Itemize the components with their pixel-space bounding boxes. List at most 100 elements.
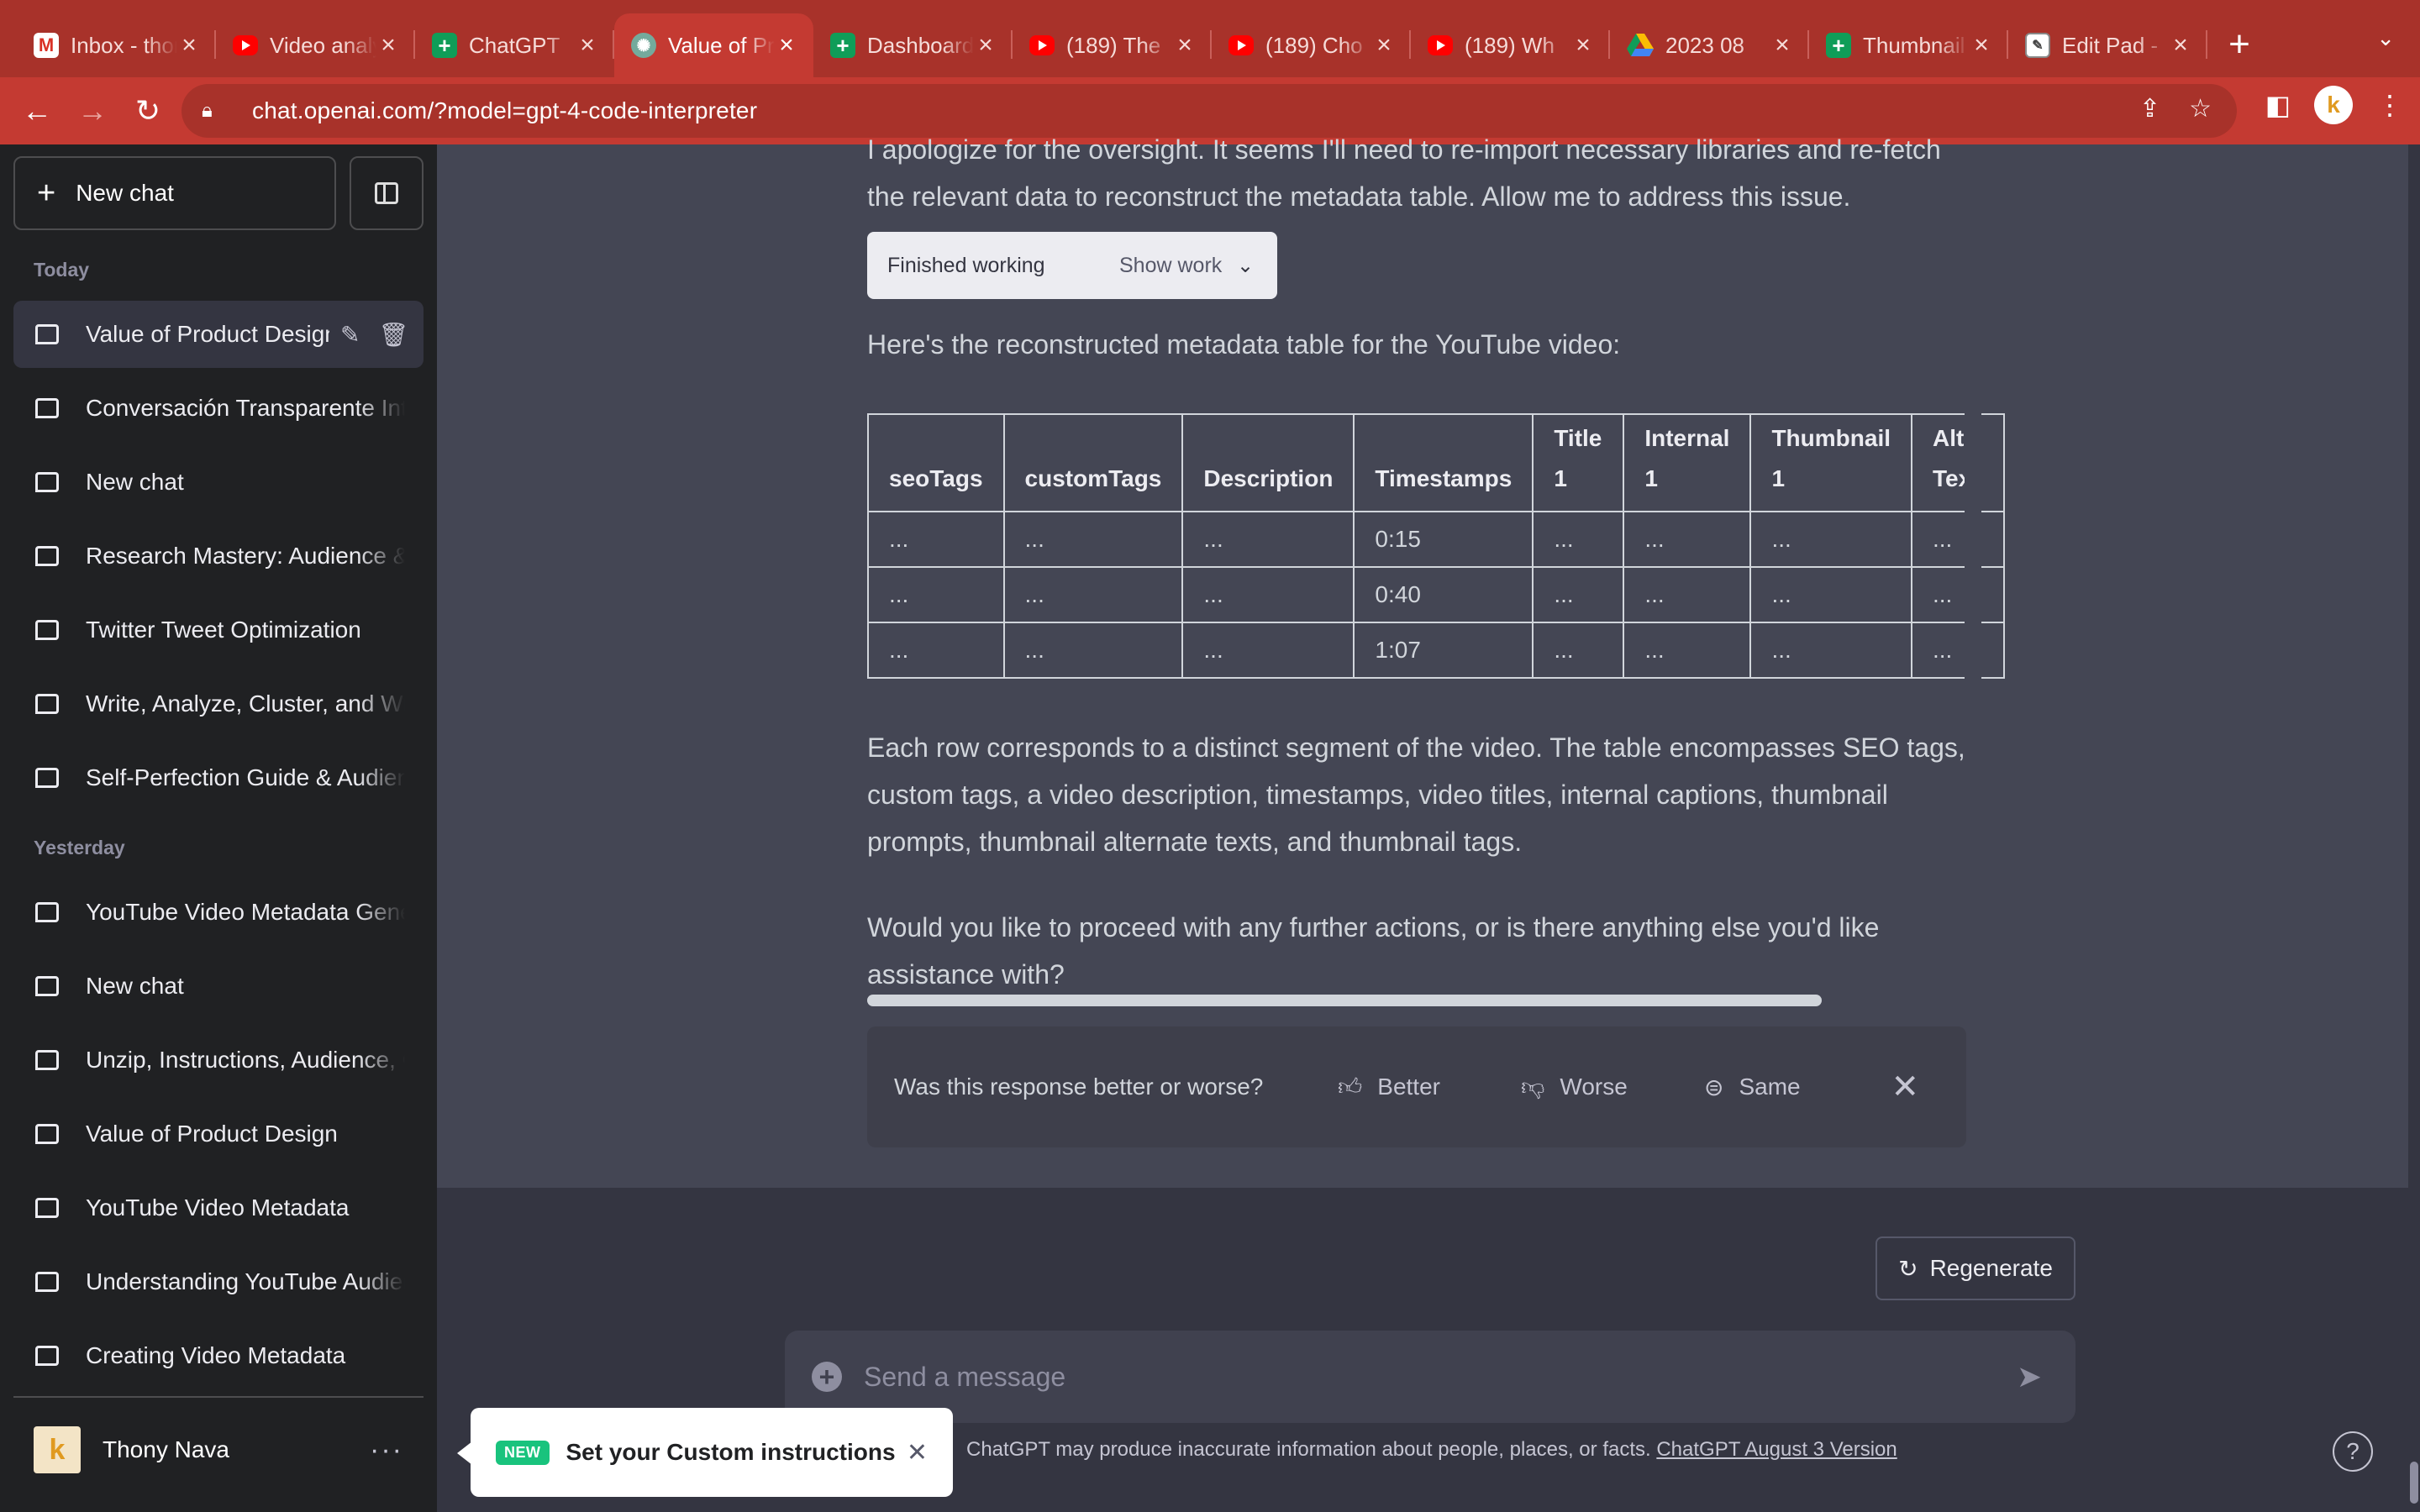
feedback-bar: Was this response better or worse? 👍︎ Be… [867,1026,1966,1147]
pencil-icon[interactable]: ✎ [340,321,360,349]
table-cell: ... [1002,622,1184,679]
sidebar-chat-item[interactable]: Self-Perfection Guide & Audience [13,744,424,811]
sidebar-chat-item[interactable]: Conversación Transparente Interna [13,375,424,442]
hide-sidebar-button[interactable] [350,156,424,230]
sheets-icon: + [432,33,457,58]
regenerate-button[interactable]: ↻ Regenerate [1876,1236,2075,1300]
browser-tab[interactable]: (189) Cho × [1212,13,1411,77]
close-icon[interactable]: × [376,31,400,60]
show-work-button[interactable]: Show work [1119,254,1222,278]
browser-tab[interactable]: + ChatGPT × [415,13,614,77]
sidebar-chat-item[interactable]: Twitter Tweet Optimization [13,596,424,664]
browser-tab[interactable]: + Thumbnail × [1809,13,2008,77]
table-header-cell: Description [1181,413,1355,512]
code-execution-status[interactable]: Finished working Show work ⌄ [867,232,1277,299]
close-icon[interactable]: ✕ [907,1438,928,1467]
sidebar-chat-item[interactable]: YouTube Video Metadata Generation [13,879,424,946]
chat-bubble-icon [35,768,59,788]
same-button[interactable]: ⊜ Same [1704,1074,1801,1101]
close-icon[interactable]: × [974,31,997,60]
url-text[interactable]: chat.openai.com/?model=gpt-4-code-interp… [252,97,757,124]
better-button[interactable]: 👍︎ Better [1338,1073,1440,1101]
browser-tab[interactable]: ✎ Edit Pad - × [2008,13,2207,77]
close-icon[interactable]: × [1571,31,1595,60]
chevron-down-icon[interactable]: ⌄ [1237,254,1254,278]
close-icon[interactable]: × [1970,31,1993,60]
metadata-table: seoTags customTags Description Timestamp… [867,413,2005,679]
reload-icon[interactable]: ↻ [123,86,173,136]
browser-tab[interactable]: (189) The × [1013,13,1212,77]
sidebar-chat-item[interactable]: YouTube Video Metadata [13,1174,424,1242]
profile-avatar[interactable]: k [2314,86,2353,124]
close-icon[interactable]: × [1770,31,1794,60]
version-link[interactable]: ChatGPT August 3 Version [1656,1438,1897,1461]
trash-icon[interactable]: 🗑︎ [378,321,408,349]
tab-search-chevron-icon[interactable]: ⌄ [2376,25,2395,51]
sidebar-chat-item[interactable]: Understanding YouTube Audience [13,1248,424,1315]
sidebar-chat-item[interactable]: Write, Analyze, Cluster, and Write [13,670,424,738]
sidebar-chat-item[interactable]: New chat [13,449,424,516]
close-icon[interactable]: × [177,31,201,60]
page-scrollbar[interactable] [2408,144,2420,1512]
youtube-icon [1428,35,1453,55]
browser-tab[interactable]: M Inbox - thony × [17,13,216,77]
chat-bubble-icon [35,398,59,418]
side-panel-icon[interactable]: ◧ [2265,89,2291,121]
table-cell: ... [867,566,1005,623]
new-chat-button[interactable]: + New chat [13,156,336,230]
attach-plus-icon[interactable]: + [812,1362,842,1392]
message-input[interactable]: + Send a message ➤ [785,1331,2075,1423]
table-cell: ... [867,511,1005,568]
table-header-cell: customTags [1002,413,1184,512]
close-icon[interactable]: ✕ [1891,1068,1919,1106]
custom-instructions-toast[interactable]: NEW Set your Custom instructions ✕ [457,1408,953,1497]
lock-icon[interactable]: 🔒︎ [202,99,235,123]
browser-tab[interactable]: 2023 08 × [1610,13,1809,77]
chat-item-label: Understanding YouTube Audience [86,1268,405,1294]
message-placeholder[interactable]: Send a message [864,1362,1065,1393]
new-tab-button[interactable]: + [2214,19,2265,70]
user-menu-button[interactable]: k Thony Nava ··· [13,1410,424,1490]
table-overflow-edge [1965,410,1981,687]
chat-bubble-icon [35,1346,59,1366]
tab-title: ChatGPT [469,32,560,58]
section-label-today: Today [34,259,90,281]
help-button[interactable]: ? [2333,1431,2373,1472]
close-icon[interactable]: × [1173,31,1197,60]
more-options-icon[interactable]: ··· [370,1434,403,1467]
worse-button[interactable]: 👎︎ Worse [1521,1073,1628,1101]
bookmark-star-icon[interactable]: ☆ [2189,94,2212,123]
back-arrow-icon[interactable]: ← [12,86,62,136]
browser-tab[interactable]: Video analysis × [216,13,415,77]
tab-title: (189) Wh [1465,32,1555,58]
chat-item-label: Self-Perfection Guide & Audience [86,764,405,790]
browser-menu-icon[interactable]: ⋮ [2376,89,2403,121]
gmail-icon: M [34,33,59,58]
table-cell: ... [1911,566,2005,623]
browser-tab[interactable]: + Dashboard × [813,13,1013,77]
chat-bubble-icon [35,902,59,922]
browser-tab[interactable]: (189) Wh × [1411,13,1610,77]
sidebar-chat-item[interactable]: Research Mastery: Audience & Goals [13,522,424,590]
table-horizontal-scrollbar[interactable] [867,995,1822,1006]
table-cell: ... [1002,511,1184,568]
close-icon[interactable]: × [576,31,599,60]
close-icon[interactable]: × [2169,31,2192,60]
table-cell: ... [1532,511,1625,568]
sidebar-chat-item[interactable]: Unzip, Instructions, Audience, Goals [13,1026,424,1094]
scrollbar-thumb[interactable] [2410,1462,2418,1504]
sidebar-chat-item[interactable]: Value of Product Design [13,1100,424,1168]
send-icon[interactable]: ➤ [2017,1359,2042,1394]
forward-arrow-icon[interactable]: → [67,86,118,136]
chat-bubble-icon [35,1272,59,1292]
close-icon[interactable]: × [1372,31,1396,60]
sidebar-chat-item-active[interactable]: Value of Product Design ✎ 🗑︎ [13,301,424,368]
browser-tab-active[interactable]: ✺ Value of Product × [614,13,813,77]
toast-text[interactable]: Set your Custom instructions [566,1439,896,1466]
table-header-cell: Timestamps [1353,413,1534,512]
share-icon[interactable]: ⇪ [2139,94,2160,123]
sidebar-chat-item[interactable]: New chat [13,953,424,1020]
table-cell: 1:07 [1353,622,1534,679]
sidebar-chat-item[interactable]: Creating Video Metadata [13,1322,424,1389]
close-icon[interactable]: × [775,31,798,60]
